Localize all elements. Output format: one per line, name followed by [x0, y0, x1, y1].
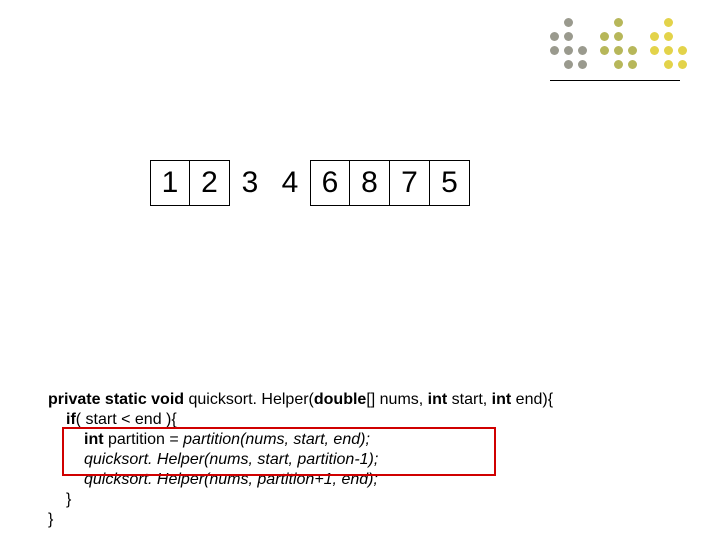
dot-icon	[650, 46, 659, 55]
cell-value: 7	[401, 166, 418, 200]
code-line: quicksort. Helper(nums, start, partition…	[84, 450, 378, 470]
dot-icon	[678, 60, 687, 69]
array-cell: 1	[150, 160, 190, 206]
cell-value: 5	[441, 166, 458, 200]
cell-value: 6	[322, 166, 339, 200]
code-line: }	[48, 511, 53, 528]
code-line: quicksort. Helper(nums, partition+1, end…	[84, 470, 378, 490]
code-line: if( start < end ){	[66, 410, 177, 430]
keyword: if	[66, 411, 76, 428]
dot-icon	[664, 18, 673, 27]
dot-icon	[664, 46, 673, 55]
keyword: double	[314, 391, 366, 408]
dot-icon	[614, 46, 623, 55]
dot-icon	[564, 60, 573, 69]
dot-icon	[564, 18, 573, 27]
array-cell: 4	[270, 160, 310, 206]
array-cell: 2	[190, 160, 230, 206]
array-cell: 3	[230, 160, 270, 206]
array-cell: 6	[310, 160, 350, 206]
dot-icon	[664, 60, 673, 69]
dot-icon	[578, 46, 587, 55]
dot-icon	[614, 60, 623, 69]
array-cell: 5	[430, 160, 470, 206]
dot-icon	[650, 32, 659, 41]
code-line: private static void quicksort. Helper(do…	[48, 391, 553, 408]
array-row: 1 2 3 4 6 8 7 5	[150, 160, 470, 206]
cell-value: 4	[282, 166, 299, 200]
code-line: int partition = partition(nums, start, e…	[84, 430, 370, 450]
dot-icon	[600, 32, 609, 41]
array-cell: 8	[350, 160, 390, 206]
dot-icon	[550, 32, 559, 41]
keyword: int	[492, 391, 512, 408]
dot-icon	[564, 46, 573, 55]
dot-icon	[564, 32, 573, 41]
decorative-dots	[550, 18, 680, 78]
keyword: int	[428, 391, 448, 408]
cell-value: 2	[201, 166, 218, 200]
divider-line	[550, 80, 680, 81]
dot-icon	[628, 60, 637, 69]
array-cell: 7	[390, 160, 430, 206]
keyword: int	[84, 431, 104, 448]
cell-value: 1	[162, 166, 179, 200]
dot-icon	[600, 46, 609, 55]
dot-icon	[678, 46, 687, 55]
slide: 1 2 3 4 6 8 7 5 private static void quic…	[0, 0, 720, 540]
dot-icon	[614, 18, 623, 27]
dot-icon	[550, 46, 559, 55]
dot-icon	[664, 32, 673, 41]
dot-icon	[614, 32, 623, 41]
code-line: }	[66, 490, 71, 510]
dot-icon	[628, 46, 637, 55]
dot-icon	[578, 60, 587, 69]
code-block: private static void quicksort. Helper(do…	[48, 370, 553, 540]
cell-value: 8	[361, 166, 378, 200]
keyword: private static void	[48, 391, 184, 408]
cell-value: 3	[242, 166, 259, 200]
